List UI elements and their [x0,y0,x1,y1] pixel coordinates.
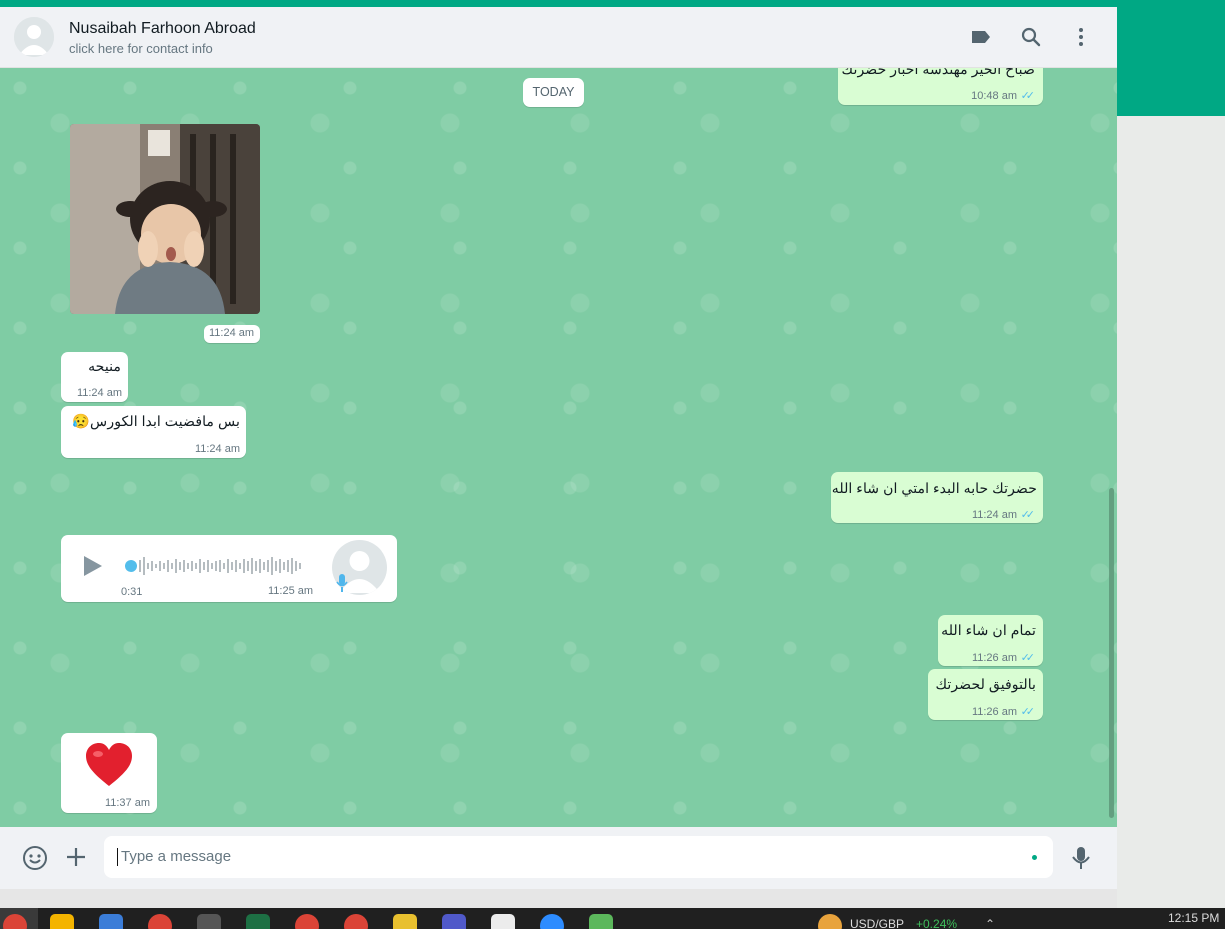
play-icon[interactable] [79,553,105,579]
message-text: صباح الخير مهندسة اخبار حضرتك [841,68,1035,78]
ticker-change: +0.24% [916,917,958,929]
message-input-placeholder: Type a message [121,848,232,865]
image-time-chip: 11:24 am [204,325,260,343]
contact-info-link[interactable]: click here for contact info [69,41,213,56]
default-avatar-icon [14,17,54,57]
read-receipt-icon: ✓✓ [1020,509,1036,521]
microphone-icon[interactable] [1069,845,1093,871]
excel-icon[interactable] [246,914,270,929]
taskbar-clock[interactable]: 12:15 PM [1168,911,1219,925]
side-gray-panel [1117,116,1225,908]
chat-window: Nusaibah Farhoon Abroad click here for c… [0,7,1117,889]
tray-chevron-icon[interactable]: ⌃ [985,917,995,929]
app-icon[interactable] [99,914,123,929]
menu-icon[interactable] [1069,25,1093,49]
message-time: 11:24 am [76,387,122,399]
message-composer: Type a message [0,827,1117,889]
message-bubble-outgoing[interactable]: بالتوفيق لحضرتك 11:26 am ✓✓ [928,669,1043,720]
app-icon[interactable] [50,914,74,929]
message-time: 11:24 am [194,443,240,455]
playback-slider-knob[interactable] [125,560,137,572]
app-icon[interactable] [393,914,417,929]
photo-thumbnail[interactable] [70,124,260,314]
message-bubble-outgoing[interactable]: صباح الخير مهندسة اخبار حضرتك 10:48 am ✓… [838,68,1043,105]
message-bubble-outgoing[interactable]: حضرتك حابه البدء امتي ان شاء الله 11:24 … [831,472,1043,523]
app-icon[interactable] [589,914,613,929]
pdf-icon[interactable] [491,914,515,929]
read-receipt-icon: ✓✓ [1020,652,1036,664]
label-icon[interactable] [969,25,993,49]
message-list[interactable]: صباح الخير مهندسة اخبار حضرتك 10:48 am ✓… [0,68,1117,827]
microphone-icon [335,573,349,593]
message-time: 11:26 am [971,706,1017,718]
message-time: 11:24 am [971,509,1017,521]
contact-name[interactable]: Nusaibah Farhoon Abroad [69,20,256,38]
message-text: بالتوفيق لحضرتك [935,677,1036,693]
message-text: منيحه [88,359,121,375]
contact-avatar[interactable] [14,17,54,57]
attach-plus-icon[interactable] [64,845,88,869]
message-time: 11:24 am [209,327,255,339]
message-text: بس مافضيت ابدا الكورس😥 [72,414,240,430]
voice-message-bubble[interactable]: 0:31 11:25 am [61,535,397,602]
text-cursor [117,848,118,867]
read-receipt-icon: ✓✓ [1020,706,1036,718]
app-icon[interactable] [197,914,221,929]
voice-duration: 0:31 [121,586,143,598]
teams-icon[interactable] [442,914,466,929]
os-taskbar: USD/GBP +0.24% ⌃ 12:15 PM [0,908,1225,929]
status-dot [1032,855,1037,860]
message-time: 11:26 am [971,652,1017,664]
ticker-icon [818,914,842,929]
message-bubble-incoming[interactable]: 11:37 am [61,733,157,813]
chrome-icon[interactable] [344,914,368,929]
top-accent-bar [0,0,1225,7]
date-divider: TODAY [523,78,584,107]
message-text: حضرتك حابه البدء امتي ان شاء الله [831,481,1037,497]
message-text: تمام ان شاء الله [941,623,1036,639]
message-bubble-outgoing[interactable]: تمام ان شاء الله 11:26 am ✓✓ [938,615,1043,666]
read-receipt-icon: ✓✓ [1020,90,1036,102]
chat-header[interactable]: Nusaibah Farhoon Abroad click here for c… [0,7,1117,68]
chrome-icon[interactable] [295,914,319,929]
heart-emoji [84,742,134,788]
voice-waveform[interactable] [137,555,307,577]
search-icon[interactable] [1019,25,1043,49]
chrome-icon[interactable] [148,914,172,929]
ticker-label[interactable]: USD/GBP [850,917,904,929]
message-bubble-incoming[interactable]: منيحه 11:24 am [61,352,128,402]
message-time: 11:37 am [104,797,150,809]
message-bubble-incoming[interactable]: بس مافضيت ابدا الكورس😥 11:24 am [61,406,246,458]
message-input[interactable]: Type a message [104,836,1053,878]
zoom-icon[interactable] [540,914,564,929]
emoji-icon[interactable] [22,845,48,871]
message-time: 10:48 am [971,90,1017,102]
side-accent-panel [1117,7,1225,116]
scrollbar[interactable] [1109,488,1114,818]
message-time: 11:25 am [268,585,314,597]
